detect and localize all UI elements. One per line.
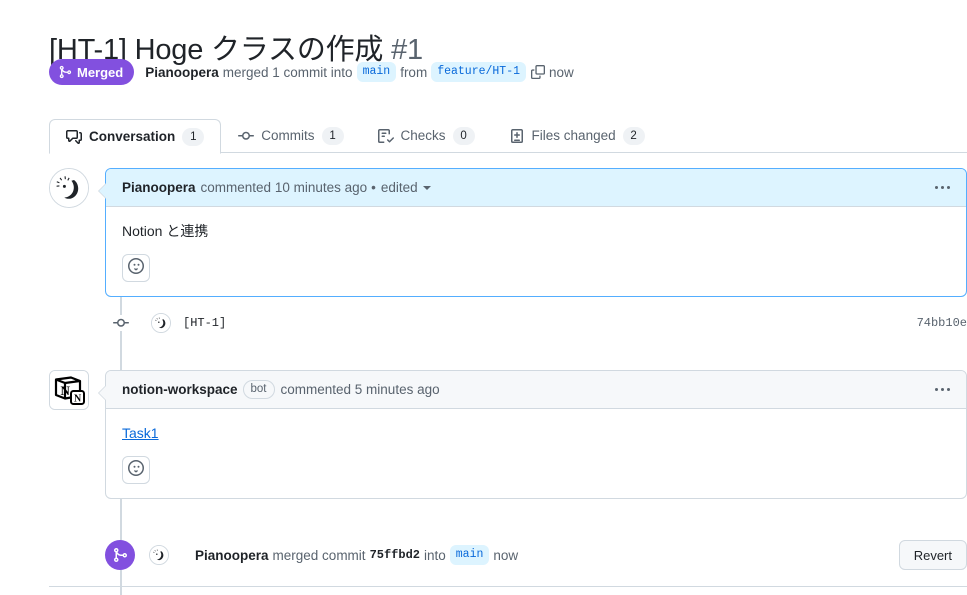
kebab-dot (947, 186, 950, 189)
git-commit-icon (238, 128, 254, 144)
bot-badge: bot (243, 380, 275, 399)
tab-checks-count: 0 (453, 127, 475, 145)
comment-meta: commented 5 minutes ago (281, 382, 440, 397)
comment-menu-button[interactable] (931, 182, 954, 193)
comment-discussion-icon (66, 129, 82, 145)
base-branch-chip[interactable]: main (357, 62, 397, 82)
svg-text:N: N (74, 394, 82, 405)
merge-time: now (549, 65, 574, 80)
merge-event-branch[interactable]: main (450, 545, 490, 565)
tab-files-changed[interactable]: Files changed 2 (492, 118, 662, 153)
merge-status-icon (105, 540, 135, 570)
kebab-dot (947, 388, 950, 391)
copy-icon[interactable] (531, 65, 545, 79)
tab-conversation[interactable]: Conversation 1 (49, 119, 221, 154)
timeline-merged-row: Pianoopera merged commit 75ffbd2 into ma… (105, 535, 967, 575)
status-badge: Merged (49, 59, 134, 85)
comment-header: notion-workspace bot commented 5 minutes… (106, 371, 966, 409)
task-link[interactable]: Task1 (122, 425, 159, 441)
pr-state-row: Merged Pianoopera merged 1 commit into m… (49, 59, 574, 85)
edited-dropdown[interactable]: • edited (371, 180, 431, 195)
comment-card: Pianoopera commented 10 minutes ago • ed… (105, 168, 967, 297)
kebab-dot (935, 186, 938, 189)
tab-commits-count: 1 (322, 127, 344, 145)
merge-event-author[interactable]: Pianoopera (195, 548, 269, 563)
git-merge-icon (58, 65, 72, 79)
smiley-icon (128, 460, 144, 481)
avatar-notion[interactable]: N N (49, 370, 89, 410)
revert-button[interactable]: Revert (899, 540, 967, 570)
commit-dot-icon (105, 315, 137, 331)
merge-action-text: merged 1 commit into (223, 65, 353, 80)
timeline-commit-row: [HT-1] 74bb10e (105, 310, 967, 336)
comment-header: Pianoopera commented 10 minutes ago • ed… (106, 169, 966, 207)
comment-card: notion-workspace bot commented 5 minutes… (105, 370, 967, 499)
tab-checks-label: Checks (401, 128, 446, 143)
merge-event-sha[interactable]: 75ffbd2 (370, 548, 420, 562)
bottom-divider (49, 586, 967, 587)
tab-checks[interactable]: Checks 0 (361, 118, 492, 153)
commit-message[interactable]: [HT-1] (183, 316, 226, 330)
commit-sha[interactable]: 74bb10e (917, 316, 967, 330)
add-reaction-button[interactable] (122, 456, 150, 484)
comment-body: Task1 (106, 409, 966, 444)
comment-author[interactable]: notion-workspace (122, 382, 238, 397)
merge-author-avatar[interactable] (149, 545, 169, 565)
chevron-down-icon (423, 186, 431, 190)
merge-event-into: into (424, 548, 446, 563)
merge-event-time: now (493, 548, 518, 563)
smiley-icon (128, 258, 144, 279)
kebab-dot (935, 388, 938, 391)
file-diff-icon (509, 128, 525, 144)
tab-files-changed-count: 2 (623, 127, 645, 145)
kebab-dot (941, 388, 944, 391)
from-text: from (400, 65, 427, 80)
svg-text:N: N (61, 383, 71, 398)
edited-label: edited (381, 180, 418, 195)
add-reaction-button[interactable] (122, 254, 150, 282)
status-badge-label: Merged (77, 65, 123, 80)
head-branch-chip[interactable]: feature/HT-1 (431, 62, 526, 82)
meta-separator: • (371, 180, 376, 195)
comment-author[interactable]: Pianoopera (122, 180, 196, 195)
tab-conversation-count: 1 (182, 128, 204, 146)
tab-conversation-label: Conversation (89, 129, 175, 144)
merge-author[interactable]: Pianoopera (145, 65, 219, 80)
comment-menu-button[interactable] (931, 384, 954, 395)
merge-event-text: Pianoopera merged commit 75ffbd2 into ma… (195, 545, 518, 565)
kebab-dot (941, 186, 944, 189)
checklist-icon (378, 128, 394, 144)
tab-commits-label: Commits (261, 128, 314, 143)
comment-body: Notion と連携 (106, 207, 966, 242)
avatar[interactable] (49, 168, 89, 208)
merge-summary: Pianoopera merged 1 commit into main fro… (145, 62, 574, 82)
tab-commits[interactable]: Commits 1 (221, 118, 360, 153)
commit-author-avatar[interactable] (151, 313, 171, 333)
tab-files-changed-label: Files changed (532, 128, 616, 143)
pr-tabnav: Conversation 1 Commits 1 Checks 0 (49, 118, 967, 153)
comment-meta: commented 10 minutes ago (201, 180, 368, 195)
merge-event-action: merged commit (273, 548, 366, 563)
